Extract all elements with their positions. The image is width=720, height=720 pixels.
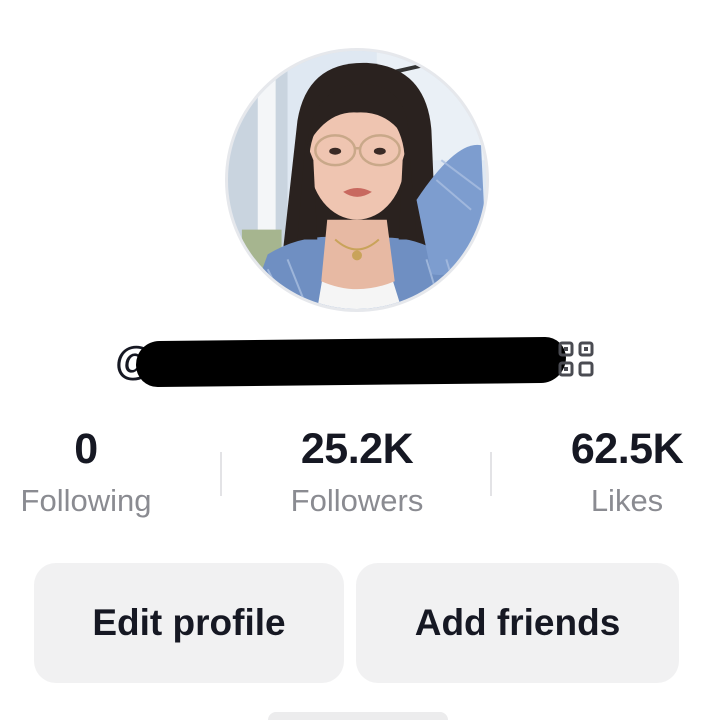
- stat-likes[interactable]: 62.5K Likes: [527, 424, 720, 520]
- stat-divider: [220, 452, 222, 496]
- profile-page: @ i 0 Following 25.2K Followers 62.5K: [0, 0, 720, 720]
- followers-label: Followers: [290, 483, 424, 518]
- avatar-photo: [228, 51, 486, 309]
- username-row[interactable]: @ i: [112, 334, 604, 388]
- followers-count: 25.2K: [300, 425, 414, 473]
- edit-profile-button[interactable]: Edit profile: [34, 563, 344, 683]
- following-count: 0: [74, 425, 98, 473]
- stat-divider: [490, 452, 492, 496]
- following-label: Following: [20, 483, 152, 518]
- stat-followers[interactable]: 25.2K Followers: [257, 424, 457, 520]
- stat-following[interactable]: 0 Following: [0, 424, 186, 520]
- add-friends-button[interactable]: Add friends: [356, 563, 679, 683]
- next-section-stub: [268, 712, 448, 720]
- username-redaction: [135, 336, 567, 388]
- likes-count: 62.5K: [570, 425, 684, 473]
- likes-label: Likes: [590, 483, 664, 518]
- qr-code-icon[interactable]: [557, 340, 595, 378]
- profile-avatar[interactable]: [225, 48, 489, 312]
